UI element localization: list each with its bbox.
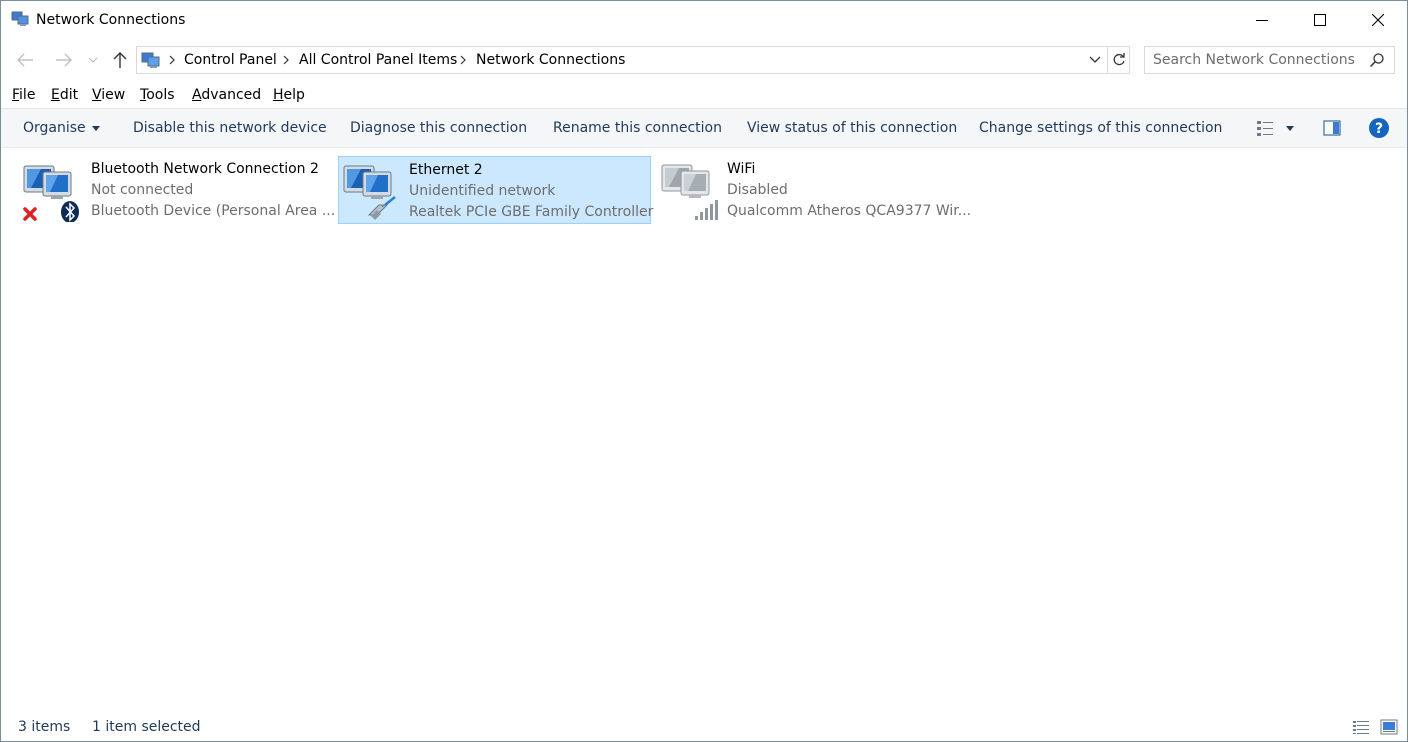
search-icon[interactable] [1369,52,1385,68]
large-icons-view-icon[interactable] [1380,719,1398,735]
caret-down-icon [91,125,100,131]
bluetooth-connection-icon [23,165,79,222]
arrow-left-icon [17,53,33,67]
close-button[interactable] [1349,1,1407,39]
view-status-button[interactable]: View status of this connection [747,120,957,136]
ethernet-connection-icon [343,165,396,220]
details-view-icon[interactable] [1352,719,1370,735]
breadcrumb-all-items[interactable]: All Control Panel Items [299,52,457,68]
menu-help[interactable]: Help [273,87,305,103]
connections-view[interactable]: Bluetooth Network Connection 2 Not conne… [1,148,1407,708]
window-title: Network Connections [36,12,186,28]
arrow-up-icon [113,52,127,68]
connection-item-bluetooth[interactable]: Bluetooth Network Connection 2 Not conne… [21,156,335,224]
status-bar: 3 items 1 item selected [1,713,1407,741]
connection-item-wifi[interactable]: WiFi Disabled Qualcomm Atheros QCA9377 W… [657,156,971,224]
menu-advanced[interactable]: Advanced [192,87,261,103]
menu-edit[interactable]: Edit [51,87,78,103]
back-button[interactable] [13,49,37,71]
menu-bar: File Edit View Tools Advanced Help [1,85,1407,107]
network-connections-icon [11,11,29,26]
chevron-right-icon [169,55,175,65]
item-count: 3 items [18,719,71,735]
menu-file[interactable]: File [12,87,35,103]
connection-name: WiFi [727,161,756,177]
minimize-icon [1256,20,1268,21]
maximize-icon [1314,14,1326,26]
preview-pane-icon[interactable] [1323,120,1341,136]
address-dropdown-button[interactable] [1083,47,1107,73]
close-icon [1372,14,1384,26]
explorer-window: Network Connections Control Panel All Co… [0,0,1408,742]
menu-view[interactable]: View [92,87,125,103]
connection-name: Ethernet 2 [409,162,483,178]
chevron-down-icon [1089,56,1101,63]
connection-name: Bluetooth Network Connection 2 [91,161,319,177]
connection-item-ethernet[interactable]: Ethernet 2 Unidentified network Realtek … [338,156,654,224]
breadcrumb-network-connections[interactable]: Network Connections [476,52,625,68]
chevron-down-icon [88,57,98,63]
caret-down-icon[interactable] [1285,124,1295,132]
maximize-button[interactable] [1291,1,1349,39]
navigation-bar: Control Panel All Control Panel Items Ne… [1,43,1407,77]
menu-tools[interactable]: Tools [140,87,175,103]
connection-device: Realtek PCIe GBE Family Controller [409,204,654,220]
organise-button[interactable]: Organise [23,120,100,136]
wifi-connection-icon [661,164,718,220]
forward-button[interactable] [52,49,76,71]
minimize-button[interactable] [1233,1,1291,39]
selection-count: 1 item selected [92,719,201,735]
arrow-right-icon [56,53,72,67]
connection-status: Not connected [91,182,194,198]
breadcrumb-control-panel[interactable]: Control Panel [184,52,277,68]
chevron-right-icon [283,55,289,65]
chevron-right-icon [460,55,466,65]
change-view-icon[interactable] [1255,118,1275,138]
address-bar[interactable]: Control Panel All Control Panel Items Ne… [136,46,1130,74]
title-bar[interactable]: Network Connections [1,1,1407,39]
connection-device: Qualcomm Atheros QCA9377 Wir... [727,203,972,219]
diagnose-button[interactable]: Diagnose this connection [350,120,527,136]
rename-button[interactable]: Rename this connection [553,120,722,136]
disable-device-button[interactable]: Disable this network device [133,120,327,136]
search-input[interactable] [1145,47,1368,73]
connection-status: Disabled [727,182,788,198]
search-box[interactable] [1144,46,1395,74]
refresh-button[interactable] [1107,47,1130,73]
control-panel-icon [141,52,160,68]
help-icon[interactable]: ? [1368,117,1390,139]
up-button[interactable] [108,49,132,71]
svg-text:?: ? [1375,121,1383,137]
command-bar: Organise Disable this network device Dia… [1,108,1407,148]
refresh-icon [1113,53,1125,66]
recent-locations-button[interactable] [84,49,102,71]
change-settings-button[interactable]: Change settings of this connection [979,120,1222,136]
connection-device: Bluetooth Device (Personal Area ... [91,203,336,219]
connection-status: Unidentified network [409,183,556,199]
